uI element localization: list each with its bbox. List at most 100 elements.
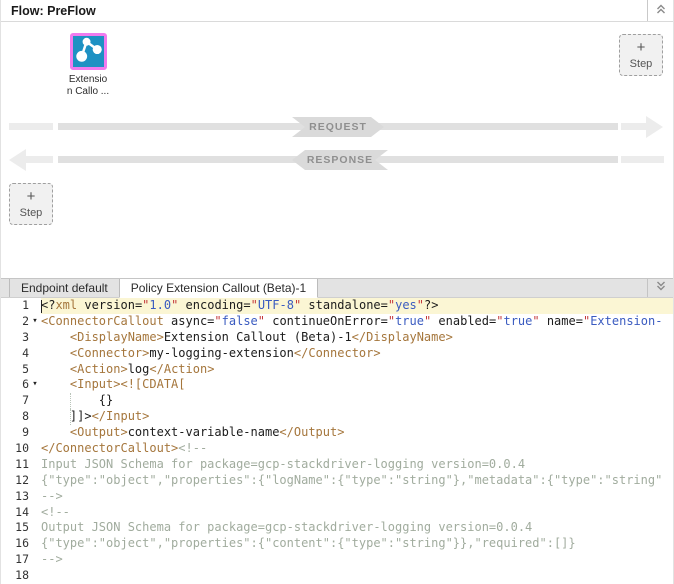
line-number: 18 (1, 568, 29, 584)
line-number: 11 (1, 457, 29, 473)
code-line[interactable]: 16 {"type":"object","properties":{"conten… (1, 536, 673, 552)
code-text[interactable]: {} (41, 393, 673, 409)
code-text[interactable]: {"type":"object","properties":{"content"… (41, 536, 673, 552)
line-number: 3 (1, 330, 29, 346)
code-text[interactable]: <ConnectorCallout async="false" continue… (41, 314, 673, 330)
line-number: 16 (1, 536, 29, 552)
fold-column (29, 330, 41, 346)
policy-step[interactable]: Extensio n Callo ... (57, 33, 119, 98)
fold-column (29, 457, 41, 473)
plus-icon: + (27, 190, 36, 204)
code-line[interactable]: 7 {} (1, 393, 673, 409)
line-number: 5 (1, 362, 29, 378)
line-number: 1 (1, 298, 29, 314)
code-line[interactable]: 1 <?xml version="1.0" encoding="UTF-8" st… (1, 298, 673, 314)
response-bar-stub-right (621, 156, 664, 163)
line-number: 8 (1, 409, 29, 425)
chevron-down-double-icon (655, 279, 667, 297)
line-number: 17 (1, 552, 29, 568)
fold-column (29, 568, 41, 584)
add-step-button-request[interactable]: + Step (619, 34, 663, 76)
code-text[interactable]: <DisplayName>Extension Callout (Beta)-1<… (41, 330, 673, 346)
fold-column (29, 536, 41, 552)
code-text[interactable]: </ConnectorCallout><!-- (41, 441, 673, 457)
policy-label: Extensio n Callo ... (57, 74, 119, 98)
code-line[interactable]: 10 </ConnectorCallout><!-- (1, 441, 673, 457)
line-number: 4 (1, 346, 29, 362)
fold-column (29, 505, 41, 521)
code-text[interactable] (41, 568, 673, 584)
line-number: 15 (1, 520, 29, 536)
flow-canvas: Extensio n Callo ... + Step REQUEST RESP… (1, 22, 673, 278)
add-step-button-response[interactable]: + Step (9, 183, 53, 225)
line-number: 2 (1, 314, 29, 330)
code-text[interactable]: --> (41, 552, 673, 568)
code-line[interactable]: 14 <!-- (1, 505, 673, 521)
code-line[interactable]: 2▾<ConnectorCallout async="false" contin… (1, 314, 673, 330)
response-badge: RESPONSE (292, 150, 388, 170)
flow-title: Flow: PreFlow (1, 4, 647, 18)
tab-policy-extension-callout-beta-1[interactable]: Policy Extension Callout (Beta)-1 (119, 279, 318, 298)
code-line[interactable]: 6▾ <Input><![CDATA[ (1, 377, 673, 393)
code-line[interactable]: 18 (1, 568, 673, 584)
code-text[interactable]: {"type":"object","properties":{"logName"… (41, 473, 673, 489)
fold-marker-icon[interactable]: ▾ (29, 377, 41, 393)
fold-marker-icon[interactable]: ▾ (29, 314, 41, 330)
request-arrowhead-icon (646, 116, 663, 138)
code-text[interactable]: Input JSON Schema for package=gcp-stackd… (41, 457, 673, 473)
plus-icon: + (637, 41, 646, 55)
tab-spacer (318, 279, 647, 297)
fold-column (29, 425, 41, 441)
fold-column (29, 298, 41, 314)
code-text[interactable]: <!-- (41, 505, 673, 521)
code-line[interactable]: 3 <DisplayName>Extension Callout (Beta)-… (1, 330, 673, 346)
code-text[interactable]: ]]></Input> (41, 409, 673, 425)
code-line[interactable]: 9 <Output>context-variable-name</Output> (1, 425, 673, 441)
fold-column (29, 441, 41, 457)
code-text[interactable]: <Connector>my-logging-extension</Connect… (41, 346, 673, 362)
code-text[interactable]: <?xml version="1.0" encoding="UTF-8" sta… (41, 298, 673, 314)
line-number: 13 (1, 489, 29, 505)
extension-callout-icon (73, 34, 104, 70)
flow-editor-window: Flow: PreFlow (0, 0, 674, 584)
collapse-flow-button[interactable] (647, 0, 673, 21)
fold-column (29, 552, 41, 568)
code-line[interactable]: 8 ]]></Input> (1, 409, 673, 425)
flow-header: Flow: PreFlow (1, 0, 673, 22)
code-line[interactable]: 13 --> (1, 489, 673, 505)
code-line[interactable]: 12 {"type":"object","properties":{"logNam… (1, 473, 673, 489)
tab-endpoint-default[interactable]: Endpoint default (9, 279, 119, 297)
fold-column (29, 346, 41, 362)
code-line[interactable]: 11 Input JSON Schema for package=gcp-stac… (1, 457, 673, 473)
code-line[interactable]: 15 Output JSON Schema for package=gcp-sta… (1, 520, 673, 536)
line-number: 9 (1, 425, 29, 441)
editor-tab-bar: Endpoint defaultPolicy Extension Callout… (1, 278, 673, 298)
code-text[interactable]: --> (41, 489, 673, 505)
code-text[interactable]: Output JSON Schema for package=gcp-stack… (41, 520, 673, 536)
text-cursor (41, 300, 42, 313)
request-bar-stub-left (9, 123, 53, 130)
request-bar-stub-right (621, 123, 648, 130)
code-editor[interactable]: 1 <?xml version="1.0" encoding="UTF-8" st… (1, 298, 673, 584)
response-bar-stub-left (24, 156, 53, 163)
request-badge: REQUEST (292, 117, 384, 137)
tab-list: Endpoint defaultPolicy Extension Callout… (9, 279, 318, 297)
line-number: 7 (1, 393, 29, 409)
policy-icon[interactable] (70, 33, 107, 70)
line-number: 12 (1, 473, 29, 489)
line-number: 6 (1, 377, 29, 393)
code-text[interactable]: <Input><![CDATA[ (41, 377, 673, 393)
line-number: 14 (1, 505, 29, 521)
code-text[interactable]: <Output>context-variable-name</Output> (41, 425, 673, 441)
code-line[interactable]: 4 <Connector>my-logging-extension</Conne… (1, 346, 673, 362)
fold-column (29, 409, 41, 425)
fold-column (29, 362, 41, 378)
fold-column (29, 473, 41, 489)
collapse-editor-button[interactable] (647, 279, 673, 297)
code-text[interactable]: <Action>log</Action> (41, 362, 673, 378)
code-line[interactable]: 17 --> (1, 552, 673, 568)
code-line[interactable]: 5 <Action>log</Action> (1, 362, 673, 378)
line-number: 10 (1, 441, 29, 457)
fold-column (29, 520, 41, 536)
fold-column (29, 393, 41, 409)
